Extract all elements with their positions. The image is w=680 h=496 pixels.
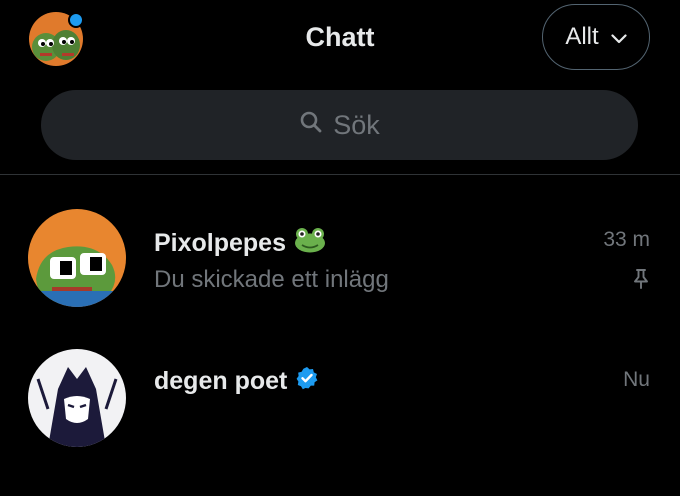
search-placeholder: Sök xyxy=(333,109,380,140)
frog-emoji-icon xyxy=(294,227,326,260)
divider xyxy=(0,174,680,175)
filter-label: Allt xyxy=(565,23,599,50)
timestamp: Nu xyxy=(623,368,650,391)
search-input[interactable]: Sök xyxy=(41,90,638,160)
conversation-name-text: Pixolpepes xyxy=(154,229,286,257)
avatar xyxy=(28,209,126,307)
avatar xyxy=(28,349,126,447)
conversation-name: degen poet xyxy=(154,366,319,397)
filter-button[interactable]: Allt xyxy=(542,4,650,70)
verified-badge-icon xyxy=(295,366,319,397)
search-icon xyxy=(299,110,323,141)
chevron-down-icon xyxy=(611,23,627,51)
message-preview: Du skickade ett inlägg xyxy=(154,266,389,293)
pin-icon xyxy=(632,268,650,295)
conversation-item[interactable]: degen poet Nu xyxy=(0,336,680,496)
conversation-name: Pixolpepes xyxy=(154,227,326,260)
conversation-name-text: degen poet xyxy=(154,367,288,395)
conversation-item[interactable]: Pixolpepes Du skickade ett inlägg 33 m xyxy=(0,176,680,336)
timestamp: 33 m xyxy=(603,228,650,251)
header: Chatt Allt xyxy=(0,0,680,80)
